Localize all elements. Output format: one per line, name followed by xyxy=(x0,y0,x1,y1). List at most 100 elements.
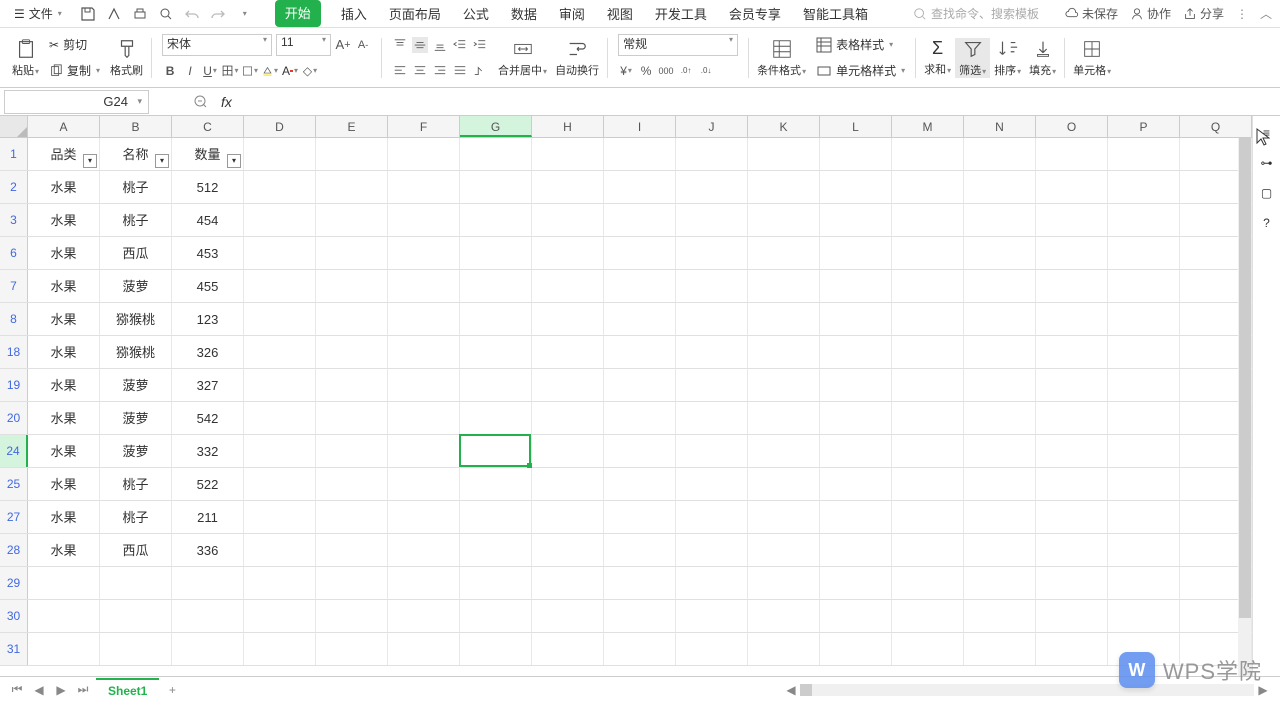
cell[interactable] xyxy=(1180,303,1252,335)
cut-button[interactable]: ✂剪切 xyxy=(49,34,100,56)
copy-button[interactable]: 复制▾ xyxy=(49,60,100,82)
cell[interactable] xyxy=(820,600,892,632)
formula-bar[interactable] xyxy=(236,90,1274,114)
cell[interactable]: 542 xyxy=(172,402,244,434)
cell[interactable] xyxy=(820,369,892,401)
cell[interactable] xyxy=(676,270,748,302)
cell[interactable] xyxy=(532,600,604,632)
cell[interactable] xyxy=(1036,204,1108,236)
cell[interactable] xyxy=(1036,237,1108,269)
row-header[interactable]: 1 xyxy=(0,138,28,170)
cell[interactable] xyxy=(1108,501,1180,533)
cell[interactable]: 桃子 xyxy=(100,501,172,533)
filter-dropdown-icon[interactable]: ▾ xyxy=(227,154,241,168)
cell[interactable] xyxy=(172,633,244,665)
cell[interactable] xyxy=(172,600,244,632)
cell[interactable] xyxy=(748,600,820,632)
cell[interactable]: 水果 xyxy=(28,303,100,335)
cell[interactable] xyxy=(1108,171,1180,203)
cell[interactable]: 453 xyxy=(172,237,244,269)
fillcolor-icon[interactable]: ▾ xyxy=(262,63,278,79)
cell[interactable]: 名称▾ xyxy=(100,138,172,170)
cell[interactable] xyxy=(532,369,604,401)
cell[interactable] xyxy=(820,402,892,434)
cell[interactable] xyxy=(1036,138,1108,170)
percent-icon[interactable]: % xyxy=(638,63,654,79)
cell[interactable] xyxy=(100,567,172,599)
paste-button[interactable]: 粘贴▾ xyxy=(8,38,43,78)
cell[interactable]: 桃子 xyxy=(100,171,172,203)
add-sheet-icon[interactable]: + xyxy=(163,681,181,699)
cell[interactable] xyxy=(316,468,388,500)
cell[interactable] xyxy=(316,369,388,401)
cell[interactable] xyxy=(460,237,532,269)
align-bottom-icon[interactable] xyxy=(432,37,448,53)
cell[interactable] xyxy=(604,600,676,632)
font-size-select[interactable]: 11▾ xyxy=(276,34,331,56)
share-link[interactable]: 分享 xyxy=(1183,5,1224,22)
tab-智能工具箱[interactable]: 智能工具箱 xyxy=(801,0,870,27)
cell[interactable] xyxy=(748,204,820,236)
cell[interactable] xyxy=(676,402,748,434)
name-box[interactable]: G24 xyxy=(4,90,149,114)
cell[interactable]: 桃子 xyxy=(100,468,172,500)
cell[interactable] xyxy=(1036,567,1108,599)
sidepanel-icon-2[interactable]: ⊶ xyxy=(1261,156,1273,170)
cell[interactable]: 123 xyxy=(172,303,244,335)
cell[interactable] xyxy=(748,633,820,665)
sum-button[interactable]: Σ 求和▾ xyxy=(920,38,955,77)
cell[interactable] xyxy=(532,468,604,500)
cell[interactable] xyxy=(244,171,316,203)
file-menu[interactable]: ☰ 文件 ▾ xyxy=(8,3,68,24)
cell[interactable] xyxy=(964,567,1036,599)
cond-format-button[interactable]: 条件格式▾ xyxy=(753,38,810,78)
cell[interactable] xyxy=(532,534,604,566)
cell[interactable] xyxy=(820,237,892,269)
border-icon[interactable]: 田▾ xyxy=(222,63,238,79)
font-select[interactable]: 宋体▾ xyxy=(162,34,272,56)
cell[interactable] xyxy=(964,303,1036,335)
col-header-N[interactable]: N xyxy=(964,116,1036,137)
cell[interactable] xyxy=(244,567,316,599)
cell[interactable] xyxy=(892,369,964,401)
cell[interactable] xyxy=(1108,303,1180,335)
cell[interactable] xyxy=(1180,138,1252,170)
cell[interactable] xyxy=(532,303,604,335)
cell[interactable] xyxy=(1180,468,1252,500)
cell[interactable]: 桃子 xyxy=(100,204,172,236)
cell[interactable] xyxy=(460,600,532,632)
cell[interactable] xyxy=(460,138,532,170)
more-icon[interactable]: ⋮ xyxy=(1236,7,1248,21)
tab-插入[interactable]: 插入 xyxy=(339,0,369,27)
cell[interactable] xyxy=(892,633,964,665)
cell-style-button[interactable]: 单元格样式▾ xyxy=(816,60,905,82)
cell[interactable] xyxy=(316,600,388,632)
cell[interactable] xyxy=(1036,171,1108,203)
row-header[interactable]: 29 xyxy=(0,567,28,599)
cell[interactable] xyxy=(244,237,316,269)
cell[interactable] xyxy=(820,204,892,236)
number-format-select[interactable]: 常规▾ xyxy=(618,34,738,56)
cell[interactable] xyxy=(460,468,532,500)
cell[interactable] xyxy=(748,501,820,533)
cell[interactable] xyxy=(748,270,820,302)
cell[interactable] xyxy=(388,633,460,665)
cell[interactable] xyxy=(676,204,748,236)
cell[interactable] xyxy=(244,369,316,401)
cell[interactable] xyxy=(1108,600,1180,632)
sort-button[interactable]: 排序▾ xyxy=(990,38,1025,78)
cell[interactable] xyxy=(244,600,316,632)
align-right-icon[interactable] xyxy=(432,63,448,79)
orientation-icon[interactable] xyxy=(472,63,488,79)
cell[interactable] xyxy=(1180,237,1252,269)
cell[interactable] xyxy=(388,237,460,269)
tab-数据[interactable]: 数据 xyxy=(509,0,539,27)
cell[interactable] xyxy=(748,303,820,335)
wrap-button[interactable]: 自动换行 xyxy=(551,38,603,78)
cell[interactable] xyxy=(100,600,172,632)
cell[interactable] xyxy=(1180,171,1252,203)
col-header-O[interactable]: O xyxy=(1036,116,1108,137)
row-header[interactable]: 6 xyxy=(0,237,28,269)
cell[interactable]: 菠萝 xyxy=(100,270,172,302)
row-header[interactable]: 7 xyxy=(0,270,28,302)
